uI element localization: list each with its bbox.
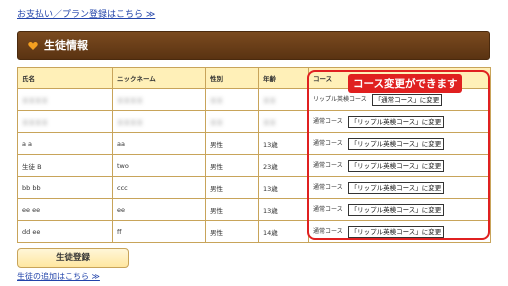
student-age: 13歳 bbox=[258, 198, 309, 221]
column-header-gender: 性別 bbox=[205, 67, 259, 89]
student-name: bb bb bbox=[17, 176, 113, 199]
redacted-age: ＸＸ bbox=[263, 96, 276, 105]
column-header-name: 氏名 bbox=[17, 67, 113, 89]
page: お支払い／プラン登録はこちら ≫ 生徒情報 氏名 ニックネーム 性別 年齢 コー… bbox=[0, 0, 508, 286]
redacted-gender: ＸＸ bbox=[210, 96, 223, 105]
student-gender: 男性 bbox=[205, 220, 259, 243]
add-student-link[interactable]: 生徒の追加はこちら ≫ bbox=[17, 271, 100, 282]
change-course-button[interactable]: 「通常コース」に変更 bbox=[371, 93, 443, 106]
table-row: dd ee ff 男性 14歳 通常コース 「リップル英検コース」に変更 bbox=[17, 220, 491, 243]
column-header-nickname: ニックネーム bbox=[112, 67, 206, 89]
student-course: 通常コース 「リップル英検コース」に変更 bbox=[308, 132, 491, 155]
student-name: ＸＸＸＸ bbox=[17, 88, 113, 111]
course-label: 通常コース bbox=[313, 162, 343, 169]
student-age: 14歳 bbox=[258, 220, 309, 243]
table-row: 生徒 B two 男性 23歳 通常コース 「リップル英検コース」に変更 bbox=[17, 154, 491, 177]
student-name: a a bbox=[17, 132, 113, 155]
student-name: dd ee bbox=[17, 220, 113, 243]
student-name: ee ee bbox=[17, 198, 113, 221]
table-row: bb bb ccc 男性 13歳 通常コース 「リップル英検コース」に変更 bbox=[17, 176, 491, 199]
student-age: ＸＸ bbox=[258, 88, 309, 111]
student-course: 通常コース 「リップル英検コース」に変更 bbox=[308, 110, 491, 133]
student-age: 13歳 bbox=[258, 132, 309, 155]
student-nickname: ＸＸＸＸ bbox=[112, 88, 206, 111]
student-gender: ＸＸ bbox=[205, 88, 259, 111]
redacted-gender: ＸＸ bbox=[210, 118, 223, 127]
student-nickname: ＸＸＸＸ bbox=[112, 110, 206, 133]
student-age: ＸＸ bbox=[258, 110, 309, 133]
student-course: 通常コース 「リップル英検コース」に変更 bbox=[308, 198, 491, 221]
change-course-button[interactable]: 「リップル英検コース」に変更 bbox=[347, 159, 445, 172]
column-header-age: 年齢 bbox=[258, 67, 309, 89]
student-name: 生徒 B bbox=[17, 154, 113, 177]
section-title: 生徒情報 bbox=[44, 39, 88, 52]
student-gender: 男性 bbox=[205, 176, 259, 199]
change-course-button[interactable]: 「リップル英検コース」に変更 bbox=[347, 203, 445, 216]
change-course-button[interactable]: 「リップル英検コース」に変更 bbox=[347, 225, 445, 238]
student-gender: 男性 bbox=[205, 154, 259, 177]
redacted-age: ＸＸ bbox=[263, 118, 276, 127]
student-age: 23歳 bbox=[258, 154, 309, 177]
course-change-callout: コース変更ができます bbox=[348, 74, 463, 93]
course-label: 通常コース bbox=[313, 184, 343, 191]
table-row: ee ee ee 男性 13歳 通常コース 「リップル英検コース」に変更 bbox=[17, 198, 491, 221]
student-nickname: two bbox=[112, 154, 206, 177]
table-row: ＸＸＸＸ ＸＸＸＸ ＸＸ ＸＸ 通常コース 「リップル英検コース」に変更 bbox=[17, 110, 491, 133]
course-label: 通常コース bbox=[313, 228, 343, 235]
table-row: a a aa 男性 13歳 通常コース 「リップル英検コース」に変更 bbox=[17, 132, 491, 155]
change-course-button[interactable]: 「リップル英検コース」に変更 bbox=[347, 137, 445, 150]
student-name: ＸＸＸＸ bbox=[17, 110, 113, 133]
course-label: 通常コース bbox=[313, 118, 343, 125]
student-nickname: ccc bbox=[112, 176, 206, 199]
change-course-button[interactable]: 「リップル英検コース」に変更 bbox=[347, 181, 445, 194]
student-course: 通常コース 「リップル英検コース」に変更 bbox=[308, 154, 491, 177]
change-course-button[interactable]: 「リップル英検コース」に変更 bbox=[347, 115, 445, 128]
redacted-nickname: ＸＸＸＸ bbox=[117, 118, 143, 127]
course-label: リップル英検コース bbox=[313, 96, 367, 103]
student-course: 通常コース 「リップル英検コース」に変更 bbox=[308, 220, 491, 243]
student-nickname: ee bbox=[112, 198, 206, 221]
student-gender: ＸＸ bbox=[205, 110, 259, 133]
redacted-name: ＸＸＸＸ bbox=[22, 96, 48, 105]
student-age: 13歳 bbox=[258, 176, 309, 199]
redacted-nickname: ＸＸＸＸ bbox=[117, 96, 143, 105]
student-gender: 男性 bbox=[205, 198, 259, 221]
student-course: 通常コース 「リップル英検コース」に変更 bbox=[308, 176, 491, 199]
register-student-button[interactable]: 生徒登録 bbox=[17, 248, 129, 268]
course-label: 通常コース bbox=[313, 140, 343, 147]
student-nickname: aa bbox=[112, 132, 206, 155]
student-table: 氏名 ニックネーム 性別 年齢 コース ＸＸＸＸ ＸＸＸＸ ＸＸ ＸＸ リップル… bbox=[17, 67, 491, 243]
student-gender: 男性 bbox=[205, 132, 259, 155]
student-nickname: ff bbox=[112, 220, 206, 243]
redacted-name: ＸＸＸＸ bbox=[22, 118, 48, 127]
student-info-header: 生徒情報 bbox=[17, 31, 490, 60]
course-label: 通常コース bbox=[313, 206, 343, 213]
heart-icon bbox=[28, 42, 38, 50]
payment-plan-link[interactable]: お支払い／プラン登録はこちら ≫ bbox=[17, 7, 155, 20]
